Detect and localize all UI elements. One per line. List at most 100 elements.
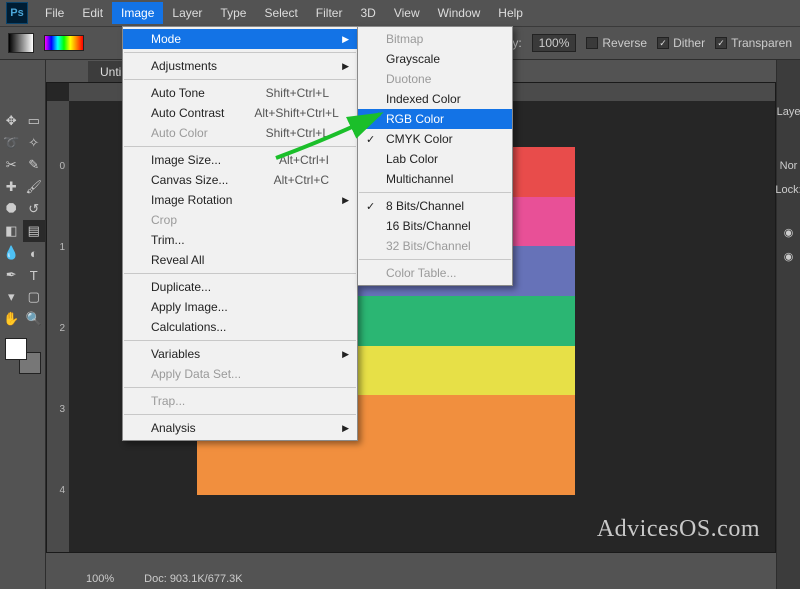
clone-stamp-tool[interactable]: ⯃	[0, 198, 23, 220]
menu-3d[interactable]: 3D	[351, 2, 384, 24]
blend-mode[interactable]: Nor	[777, 154, 800, 178]
dither-label: Dither	[673, 36, 705, 50]
menu-separator	[124, 52, 356, 53]
menu-file[interactable]: File	[36, 2, 73, 24]
menu-item-apply-image[interactable]: Apply Image...	[123, 297, 357, 317]
menu-type[interactable]: Type	[211, 2, 255, 24]
blur-tool[interactable]: 💧	[0, 242, 23, 264]
menu-separator	[124, 79, 356, 80]
ruler-tick: 1	[59, 242, 65, 253]
menu-select[interactable]: Select	[255, 2, 306, 24]
color-swatches[interactable]	[5, 338, 41, 374]
zoom-tool[interactable]: 🔍	[23, 308, 46, 330]
menu-item-16bits[interactable]: 16 Bits/Channel	[358, 216, 512, 236]
menu-item-crop: Crop	[123, 210, 357, 230]
menu-separator	[124, 146, 356, 147]
menu-item-trap: Trap...	[123, 391, 357, 411]
menu-separator	[124, 414, 356, 415]
brush-tool[interactable]: 🖌	[23, 176, 46, 198]
submenu-arrow-icon: ▶	[342, 195, 349, 206]
check-icon: ✓	[366, 200, 375, 213]
foreground-color-swatch[interactable]	[5, 338, 27, 360]
shortcut-text: Alt+Shift+Ctrl+L	[254, 106, 338, 120]
image-menu-dropdown: Mode▶ Adjustments▶ Auto ToneShift+Ctrl+L…	[122, 26, 358, 441]
menu-item-lab-color[interactable]: Lab Color	[358, 149, 512, 169]
menu-layer[interactable]: Layer	[163, 2, 211, 24]
zoom-level[interactable]: 100%	[86, 573, 114, 585]
menu-item-analysis[interactable]: Analysis▶	[123, 418, 357, 438]
menu-edit[interactable]: Edit	[73, 2, 112, 24]
menu-item-mode[interactable]: Mode▶	[123, 29, 357, 49]
menu-window[interactable]: Window	[429, 2, 490, 24]
menu-item-cmyk-color[interactable]: ✓CMYK Color	[358, 129, 512, 149]
visibility-icon[interactable]: ◉	[777, 220, 800, 244]
menu-item-grayscale[interactable]: Grayscale	[358, 49, 512, 69]
menu-item-apply-data-set: Apply Data Set...	[123, 364, 357, 384]
vertical-ruler: 0 1 2 3 4	[47, 101, 69, 552]
gradient-preview[interactable]	[44, 35, 84, 51]
eyedropper-tool[interactable]: ✎	[23, 154, 46, 176]
canvas-stripe	[197, 445, 575, 495]
menu-separator	[359, 192, 511, 193]
menu-item-variables[interactable]: Variables▶	[123, 344, 357, 364]
menu-item-auto-tone[interactable]: Auto ToneShift+Ctrl+L	[123, 83, 357, 103]
lasso-tool[interactable]: ➰	[0, 132, 23, 154]
dodge-tool[interactable]: ◐	[23, 242, 46, 264]
menu-item-trim[interactable]: Trim...	[123, 230, 357, 250]
visibility-icon[interactable]: ◉	[777, 244, 800, 268]
shortcut-text: Alt+Ctrl+C	[274, 173, 329, 187]
menu-help[interactable]: Help	[489, 2, 532, 24]
rectangle-tool[interactable]: ▢	[23, 286, 46, 308]
eraser-tool[interactable]: ◧	[0, 220, 23, 242]
gradient-tool[interactable]: ▤	[23, 220, 46, 242]
menu-item-auto-contrast[interactable]: Auto ContrastAlt+Shift+Ctrl+L	[123, 103, 357, 123]
menu-item-reveal-all[interactable]: Reveal All	[123, 250, 357, 270]
marquee-tool[interactable]: ▭	[23, 110, 46, 132]
shortcut-text: Shift+Ctrl+L	[266, 86, 329, 100]
type-tool[interactable]: T	[23, 264, 46, 286]
crop-tool[interactable]: ✂	[0, 154, 23, 176]
menu-item-canvas-size[interactable]: Canvas Size...Alt+Ctrl+C	[123, 170, 357, 190]
submenu-arrow-icon: ▶	[342, 34, 349, 45]
menu-item-image-rotation[interactable]: Image Rotation▶	[123, 190, 357, 210]
history-brush-tool[interactable]: ↺	[23, 198, 46, 220]
menu-item-8bits[interactable]: ✓8 Bits/Channel	[358, 196, 512, 216]
ruler-tick: 3	[59, 404, 65, 415]
menu-item-multichannel[interactable]: Multichannel	[358, 169, 512, 189]
toolbox: ✥▭ ➰✧ ✂✎ ✚🖌 ⯃↺ ◧▤ 💧◐ ✒T ▾▢ ✋🔍	[0, 60, 46, 589]
lock-label: Lock:	[777, 178, 800, 202]
app-logo: Ps	[6, 2, 28, 24]
shortcut-text: Alt+Ctrl+I	[279, 153, 329, 167]
submenu-arrow-icon: ▶	[342, 423, 349, 434]
menu-item-rgb-color[interactable]: RGB Color	[358, 109, 512, 129]
menu-image[interactable]: Image	[112, 2, 163, 24]
menu-item-duplicate[interactable]: Duplicate...	[123, 277, 357, 297]
menu-separator	[124, 387, 356, 388]
menu-item-bitmap: Bitmap	[358, 29, 512, 49]
magic-wand-tool[interactable]: ✧	[23, 132, 46, 154]
doc-size[interactable]: Doc: 903.1K/677.3K	[144, 573, 242, 585]
menu-item-calculations[interactable]: Calculations...	[123, 317, 357, 337]
path-select-tool[interactable]: ▾	[0, 286, 23, 308]
dither-checkbox[interactable]: ✓Dither	[657, 36, 705, 50]
pen-tool[interactable]: ✒	[0, 264, 23, 286]
ruler-tick: 2	[59, 323, 65, 334]
hand-tool[interactable]: ✋	[0, 308, 23, 330]
submenu-arrow-icon: ▶	[342, 61, 349, 72]
move-tool[interactable]: ✥	[0, 110, 23, 132]
menu-filter[interactable]: Filter	[307, 2, 352, 24]
menu-item-auto-color[interactable]: Auto ColorShift+Ctrl+L	[123, 123, 357, 143]
menu-item-indexed-color[interactable]: Indexed Color	[358, 89, 512, 109]
layers-panel-tab[interactable]: Laye	[777, 100, 800, 124]
transparency-checkbox[interactable]: ✓Transparen	[715, 36, 792, 50]
ruler-tick: 0	[59, 161, 65, 172]
menu-item-image-size[interactable]: Image Size...Alt+Ctrl+I	[123, 150, 357, 170]
panels-dock: Laye Nor Lock: ◉ ◉	[776, 60, 800, 589]
reverse-checkbox[interactable]: Reverse	[586, 36, 647, 50]
healing-brush-tool[interactable]: ✚	[0, 176, 23, 198]
tool-preset-icon[interactable]	[8, 33, 34, 53]
opacity-value[interactable]: 100%	[532, 34, 577, 52]
menu-view[interactable]: View	[385, 2, 429, 24]
check-icon: ✓	[366, 133, 375, 146]
menu-item-adjustments[interactable]: Adjustments▶	[123, 56, 357, 76]
